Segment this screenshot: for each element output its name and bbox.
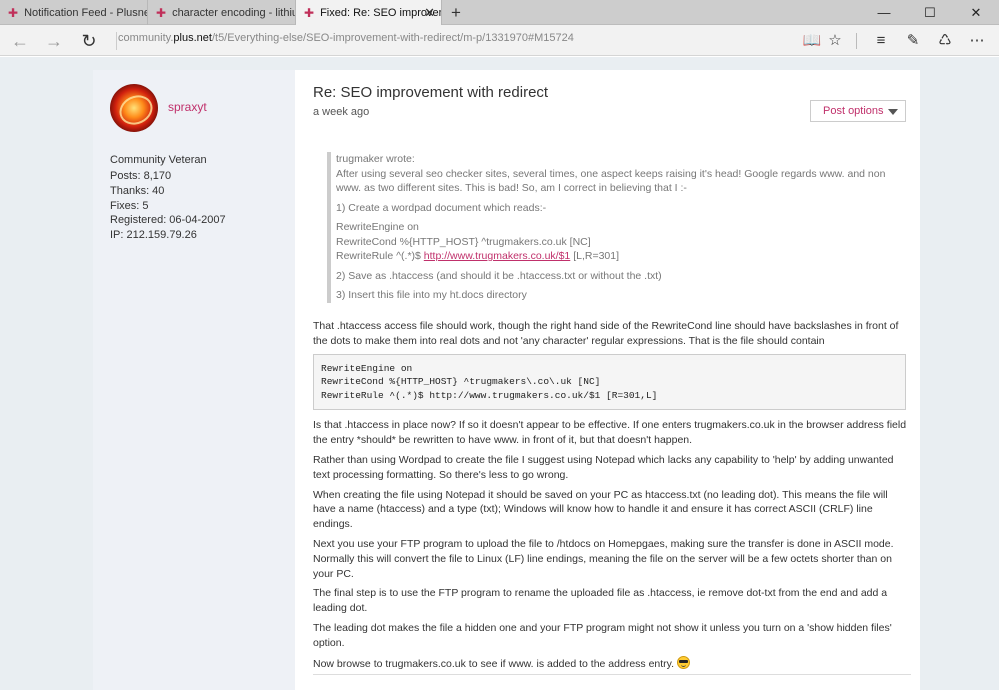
back-arrow-icon[interactable]: ←: [8, 29, 32, 53]
author-stats: Posts: 8,170 Thanks: 40 Fixes: 5 Registe…: [110, 169, 226, 243]
post-options-label: Post options: [823, 105, 884, 117]
quote-rule-prefix: RewriteRule ^(.*)$: [336, 250, 424, 262]
post-paragraph-3: Rather than using Wordpad to create the …: [313, 453, 894, 481]
post-paragraph-7: The leading dot makes the file a hidden …: [313, 621, 892, 649]
cool-smiley-icon: [676, 655, 690, 669]
post-paragraph-1: That .htaccess access file should work, …: [313, 320, 899, 347]
quote-code-line-3: RewriteRule ^(.*)$ http://www.trugmakers…: [336, 249, 887, 264]
author-registered: Registered: 06-04-2007: [110, 214, 226, 227]
author-name-link[interactable]: spraxyt: [168, 100, 207, 114]
hub-icon[interactable]: ≡: [870, 30, 892, 52]
author-ip: IP: 212.159.79.26: [110, 229, 197, 242]
post-divider: [313, 674, 911, 675]
post-body: That .htaccess access file should work, …: [313, 319, 911, 676]
tab-character-encoding[interactable]: ✚ character encoding - lithium: [148, 0, 296, 25]
share-icon[interactable]: ♺: [934, 30, 956, 52]
navigation-bar: ← → ↻ community.plus.net/t5/Everything-e…: [0, 25, 999, 56]
quote-intro: After using several seo checker sites, s…: [336, 167, 886, 195]
quote-step-1: 1) Create a wordpad document which reads…: [336, 201, 547, 214]
quote-rule-suffix: [L,R=301]: [570, 250, 620, 262]
reading-view-icon[interactable]: 📖: [801, 30, 823, 52]
tab-title: character encoding - lithium: [172, 6, 296, 19]
close-window-icon[interactable]: ✕: [953, 0, 999, 25]
address-bar[interactable]: community.plus.net/t5/Everything-else/SE…: [118, 32, 574, 44]
plusnet-favicon-icon: ✚: [304, 6, 315, 20]
page-viewport: spraxyt Community Veteran Posts: 8,170 T…: [0, 57, 999, 690]
more-icon[interactable]: ⋯: [966, 30, 988, 52]
quote-step-2: 2) Save as .htaccess (and should it be .…: [336, 269, 662, 282]
new-tab-icon[interactable]: +: [446, 3, 466, 23]
close-tab-icon[interactable]: ✕: [424, 5, 435, 21]
post-panel: Re: SEO improvement with redirect a week…: [295, 70, 920, 690]
quoted-message: trugmaker wrote: After using several seo…: [327, 152, 887, 303]
author-posts: Posts: 8,170: [110, 170, 172, 182]
author-rank: Community Veteran: [110, 154, 207, 166]
post-paragraph-8: Now browse to trugmakers.co.uk to see if…: [313, 655, 911, 672]
tab-title: Notification Feed - Plusnet C: [24, 6, 147, 19]
address-domain: plus.net: [173, 32, 212, 44]
minimize-icon[interactable]: —: [861, 0, 907, 25]
tab-notification-feed[interactable]: ✚ Notification Feed - Plusnet C: [0, 0, 148, 25]
plusnet-favicon-icon: ✚: [156, 5, 167, 20]
post-options-button[interactable]: Post options: [810, 100, 906, 122]
post-title: Re: SEO improvement with redirect: [313, 84, 549, 101]
post-paragraph-2: Is that .htaccess in place now? If so it…: [313, 419, 907, 447]
maximize-icon[interactable]: ☐: [907, 0, 953, 25]
quote-code-line-1: RewriteEngine on: [336, 221, 419, 233]
address-prefix: community.: [118, 32, 174, 44]
caret-down-icon: [888, 109, 898, 115]
post-paragraph-6: The final step is to use the FTP program…: [313, 587, 888, 615]
forward-arrow-icon[interactable]: →: [42, 29, 66, 53]
address-separator: [116, 32, 117, 50]
tab-strip: ✚ Notification Feed - Plusnet C ✚ charac…: [0, 0, 999, 26]
refresh-icon[interactable]: ↻: [77, 29, 101, 53]
post-paragraph-5: Next you use your FTP program to upload …: [313, 537, 894, 580]
toolbar-separator: [856, 33, 857, 49]
avatar[interactable]: [110, 84, 158, 132]
address-path: /t5/Everything-else/SEO-improvement-with…: [211, 32, 574, 44]
quote-step-3: 3) Insert this file into my ht.docs dire…: [336, 289, 527, 301]
tab-seo-improvement[interactable]: ✚ Fixed: Re: SEO improven ✕: [296, 0, 442, 26]
post-paragraph-8-text: Now browse to trugmakers.co.uk to see if…: [313, 657, 675, 670]
favorite-star-icon[interactable]: ☆: [824, 30, 846, 52]
post-paragraph-4: When creating the file using Notepad it …: [313, 488, 888, 531]
post-date: a week ago: [313, 106, 370, 118]
author-thanks: Thanks: 40: [110, 184, 165, 197]
web-note-icon[interactable]: ✎: [902, 30, 924, 52]
code-block: RewriteEngine on RewriteCond %{HTTP_HOST…: [313, 353, 906, 411]
quote-rule-link[interactable]: http://www.trugmakers.co.uk/$1: [424, 250, 570, 262]
quote-author: trugmaker wrote:: [336, 153, 415, 165]
author-fixes: Fixes: 5: [110, 199, 149, 212]
author-sidebar: spraxyt Community Veteran Posts: 8,170 T…: [93, 70, 295, 690]
plusnet-favicon-icon: ✚: [8, 5, 19, 20]
quote-code-line-2: RewriteCond %{HTTP_HOST} ^trugmakers.co.…: [336, 235, 591, 248]
